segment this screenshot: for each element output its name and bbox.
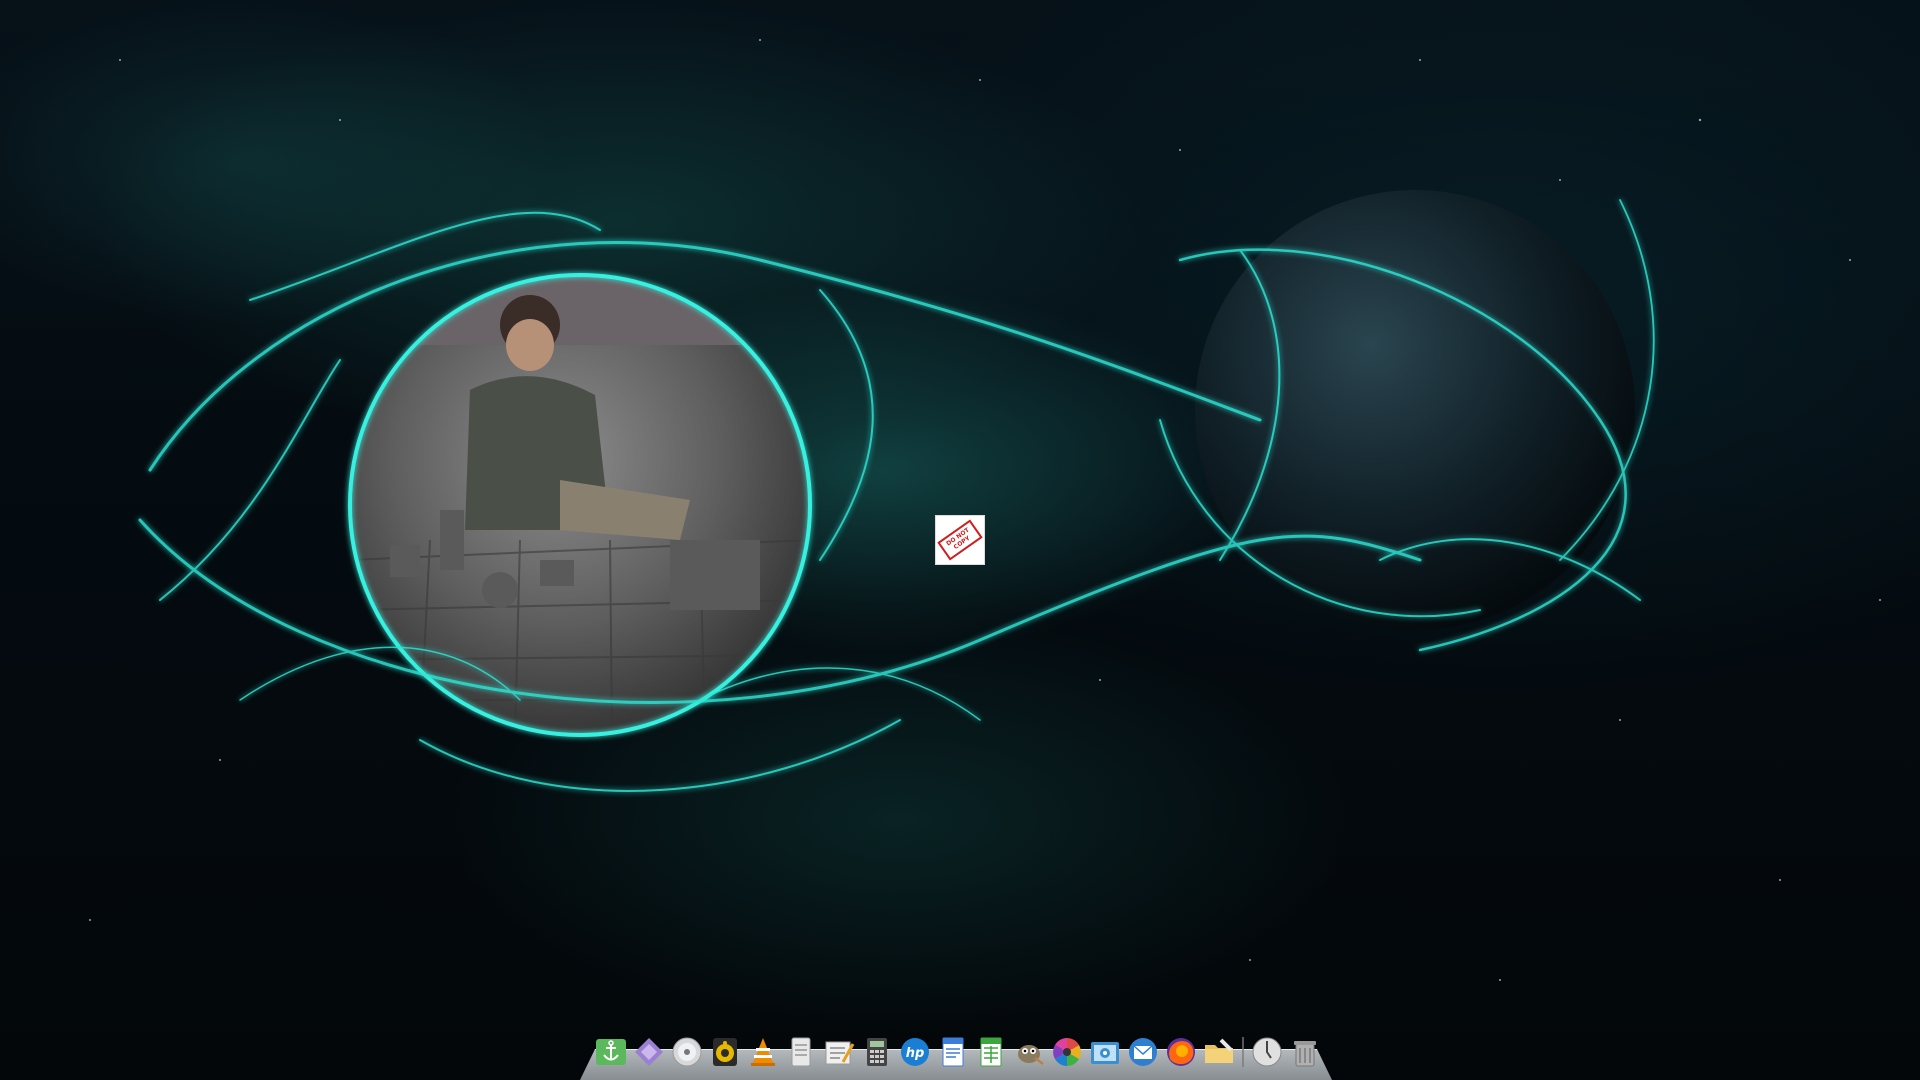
dock-item-paint[interactable] (632, 1035, 666, 1069)
dock-item-gimp[interactable] (1012, 1035, 1046, 1069)
screenshot-camera-icon (1091, 1042, 1119, 1064)
hp-logo-icon: hp (901, 1038, 929, 1066)
dock-items: hp (594, 1032, 1322, 1072)
cd-disc-icon (672, 1037, 702, 1067)
dock-item-mail[interactable] (1126, 1035, 1160, 1069)
spreadsheet-icon (980, 1037, 1002, 1067)
dock-item-speaker[interactable] (708, 1035, 742, 1069)
desktop: DO NOT COPY hp (0, 0, 1920, 1080)
trash-icon (1294, 1041, 1316, 1067)
dock-separator (1242, 1037, 1244, 1067)
dock-item-text-editor[interactable] (822, 1035, 856, 1069)
file-manager-icon (1205, 1038, 1233, 1063)
dock-item-writer[interactable] (936, 1035, 970, 1069)
speaker-icon (713, 1038, 737, 1066)
portal-photo (352, 277, 808, 733)
anchor-app-icon (596, 1039, 626, 1065)
dock-item-trash[interactable] (1288, 1035, 1322, 1069)
dock-item-document[interactable] (784, 1035, 818, 1069)
dock-item-clock[interactable] (1250, 1035, 1284, 1069)
do-not-copy-sticker-icon[interactable]: DO NOT COPY (935, 515, 985, 565)
clock-icon (1252, 1037, 1282, 1067)
dock-item-file-manager[interactable] (1202, 1035, 1236, 1069)
writer-document-icon (942, 1037, 964, 1067)
dock: hp (580, 1026, 1332, 1080)
dock-item-cd[interactable] (670, 1035, 704, 1069)
document-icon (791, 1037, 811, 1067)
vlc-cone-icon (751, 1038, 775, 1066)
dock-item-screenshot[interactable] (1088, 1035, 1122, 1069)
gimp-icon (1018, 1045, 1044, 1065)
svg-text:hp: hp (906, 1046, 925, 1061)
text-editor-icon (825, 1041, 855, 1065)
dock-item-spreadsheet[interactable] (974, 1035, 1008, 1069)
dock-item-firefox[interactable] (1164, 1035, 1198, 1069)
color-wheel-icon (1053, 1038, 1081, 1066)
firefox-icon (1167, 1038, 1195, 1066)
dock-item-color-wheel[interactable] (1050, 1035, 1084, 1069)
dock-item-calculator[interactable] (860, 1035, 894, 1069)
dock-item-hp[interactable]: hp (898, 1035, 932, 1069)
paint-brush-icon (635, 1038, 663, 1066)
mail-icon (1129, 1038, 1157, 1066)
dock-item-vlc[interactable] (746, 1035, 780, 1069)
calculator-icon (867, 1038, 887, 1066)
do-not-copy-stamp: DO NOT COPY (937, 519, 983, 561)
dock-item-anchor[interactable] (594, 1035, 628, 1069)
